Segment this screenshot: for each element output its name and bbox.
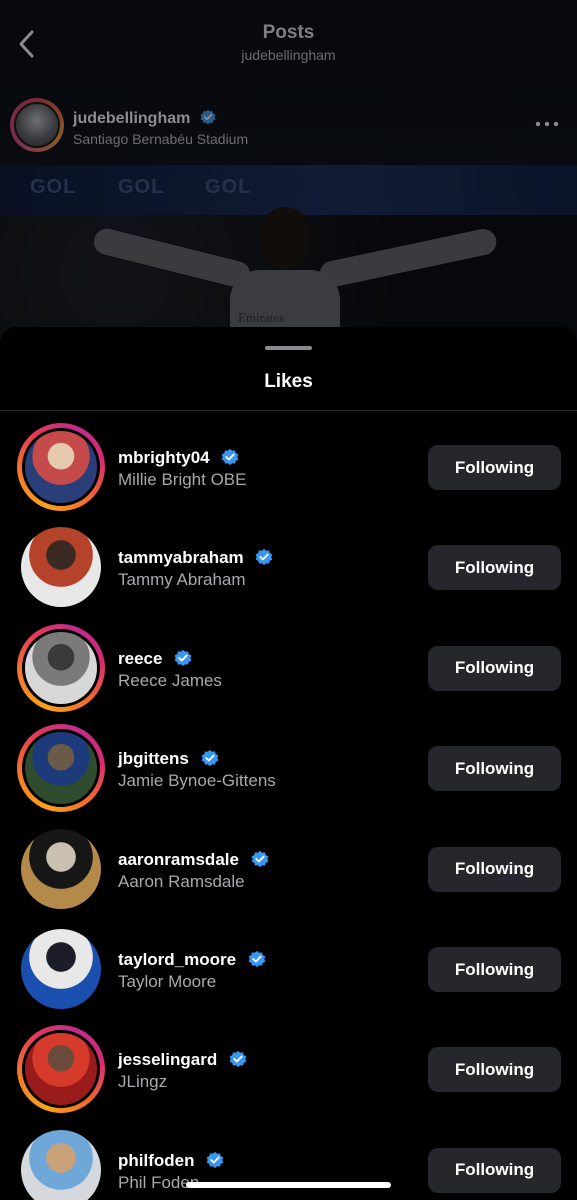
post-location[interactable]: Santiago Bernabéu Stadium [73,131,248,147]
verified-badge-icon [206,1151,224,1168]
verified-badge-icon [174,649,192,666]
post-author-avatar[interactable] [10,98,64,152]
full-name: Reece James [118,670,222,690]
avatar[interactable] [17,523,105,611]
following-button[interactable]: Following [428,947,561,992]
full-name: JLingz [118,1072,168,1092]
full-name: Aaron Ramsdale [118,871,245,891]
avatar[interactable] [17,623,105,712]
avatar[interactable] [17,423,105,511]
verified-badge-icon [200,109,216,125]
username: jesselingard [118,1050,218,1070]
verified-badge-icon [201,750,218,767]
verified-badge-icon [222,448,239,466]
post-author[interactable]: judebellingham [73,108,217,128]
list-item-mbrighty04[interactable]: mbrighty04 Millie Bright OBE Following [0,423,577,523]
list-item-jesselingard[interactable]: jesselingard JLingz Following [0,1025,577,1125]
page-title: Posts [262,22,315,43]
verified-badge-icon [256,549,273,566]
profile-photo [21,929,101,1009]
list-item-philfoden[interactable]: philfoden Phil Foden Following [0,1126,577,1200]
following-button[interactable]: Following [428,445,561,490]
profile-photo [22,1030,100,1109]
more-horizontal-icon [535,121,559,127]
list-item-aaronramsdale[interactable]: aaronramsdale Aaron Ramsdale Following [0,825,577,925]
more-options-button[interactable] [534,114,560,134]
username: tammyabraham [118,548,244,568]
profile-photo [21,828,101,909]
username: jbgittens [118,749,189,769]
profile-photo [22,628,100,707]
verified-badge-icon [251,850,269,867]
full-name: Jamie Bynoe-Gittens [118,771,276,791]
post-header: judebellingham Santiago Bernabéu Stadium [0,96,577,156]
full-name: Millie Bright OBE [118,470,247,489]
profile-photo [21,527,101,608]
username: aaronramsdale [118,849,239,869]
avatar[interactable] [17,1025,105,1114]
post-author-username: judebellingham [73,110,191,127]
divider [0,410,577,411]
page-subtitle: judebellingham [241,47,336,63]
following-button[interactable]: Following [428,1047,561,1093]
username: philfoden [118,1150,195,1170]
username: mbrighty04 [118,448,210,467]
following-button[interactable]: Following [428,645,561,691]
verified-badge-icon [229,1051,247,1068]
following-button[interactable]: Following [428,1147,561,1193]
full-name: Taylor Moore [118,972,217,991]
likes-sheet: Likes mbrighty04 Millie Bright OBE Follo… [0,327,577,1200]
following-button[interactable]: Following [428,545,561,591]
likes-screen: GOL GOL GOL Emirates Posts judebellingha… [0,0,577,1200]
profile-photo [22,428,100,506]
list-item-jbgittens[interactable]: jbgittens Jamie Bynoe-Gittens Following [0,724,577,824]
profile-photo [21,1129,101,1200]
username: taylord_moore [118,950,237,969]
sheet-grabber[interactable] [265,346,312,350]
avatar[interactable] [17,925,105,1013]
home-indicator [186,1182,391,1188]
avatar[interactable] [17,825,105,913]
navigation-bar: Posts judebellingham [0,0,577,80]
list-item-taylord_moore[interactable]: taylord_moore Taylor Moore Following [0,925,577,1025]
following-button[interactable]: Following [428,846,561,892]
sheet-title: Likes [264,371,313,392]
avatar[interactable] [17,724,105,813]
avatar[interactable] [17,1126,105,1200]
verified-badge-icon [248,950,266,968]
list-item-reece[interactable]: reece Reece James Following [0,623,577,724]
username: reece [118,648,163,668]
list-item-tammyabraham[interactable]: tammyabraham Tammy Abraham Following [0,523,577,623]
profile-photo [22,729,100,808]
full-name: Tammy Abraham [118,570,246,590]
following-button[interactable]: Following [428,746,561,792]
